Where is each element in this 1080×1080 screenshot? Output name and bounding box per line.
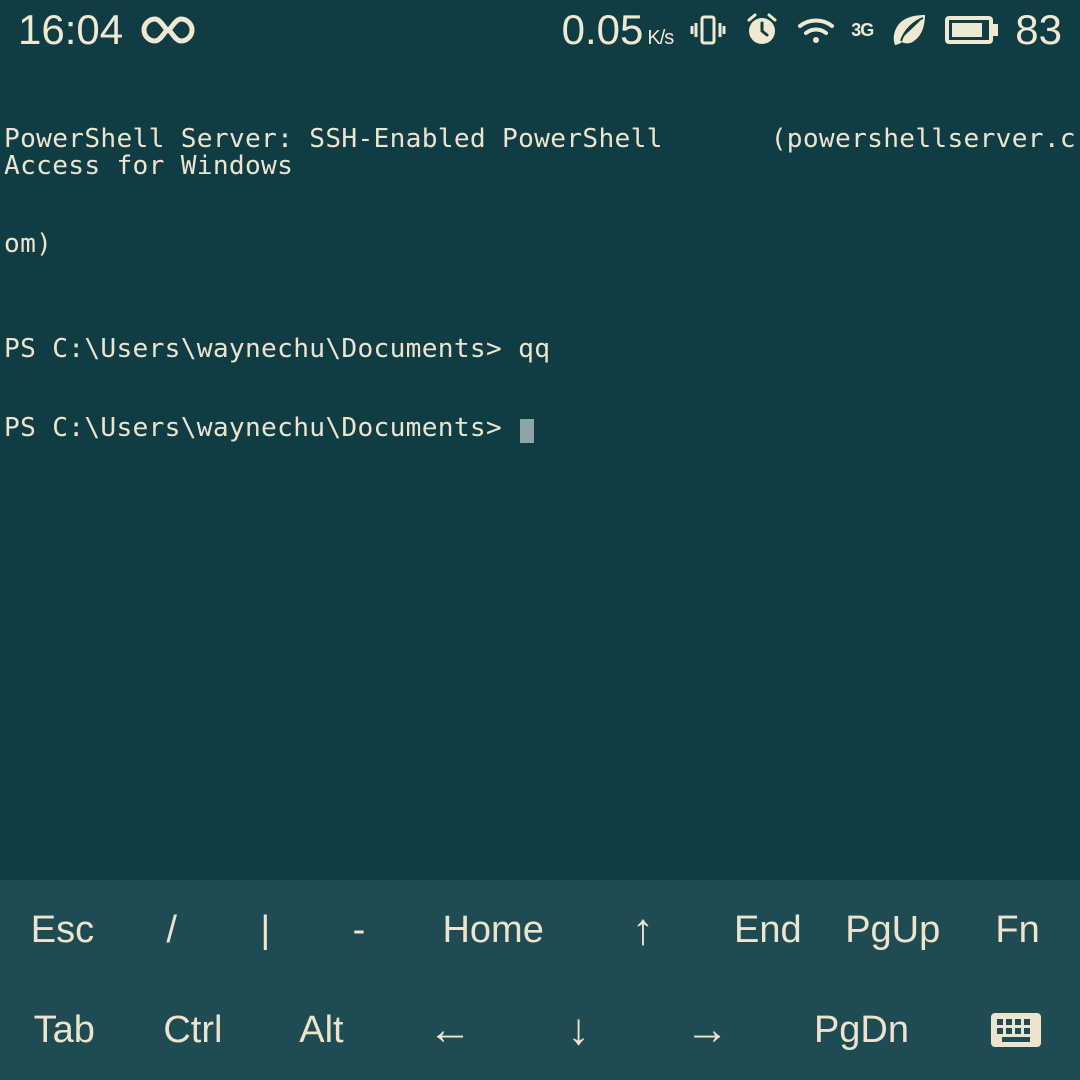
key-down[interactable]: ↓: [514, 980, 643, 1080]
key-tab[interactable]: Tab: [0, 980, 129, 1080]
extra-keys-bar: Esc / | - Home ↑ End PgUp Fn Tab Ctrl Al…: [0, 880, 1080, 1080]
key-esc[interactable]: Esc: [0, 880, 125, 980]
key-slash[interactable]: /: [125, 880, 219, 980]
vibrate-icon: [689, 11, 727, 49]
alarm-icon: [743, 11, 781, 49]
leaf-icon: [889, 11, 929, 49]
clock-text: 16:04: [18, 6, 123, 54]
key-home[interactable]: Home: [406, 880, 581, 980]
key-pgup[interactable]: PgUp: [830, 880, 955, 980]
key-pipe[interactable]: |: [219, 880, 313, 980]
key-right[interactable]: →: [643, 980, 772, 1080]
signal-3g-text: 3G: [851, 20, 873, 41]
extra-keys-row-1: Esc / | - Home ↑ End PgUp Fn: [0, 880, 1080, 980]
key-left[interactable]: ←: [386, 980, 515, 1080]
key-fn[interactable]: Fn: [955, 880, 1080, 980]
terminal-banner-line1: PowerShell Server: SSH-Enabled PowerShel…: [4, 126, 1076, 178]
key-up[interactable]: ↑: [581, 880, 706, 980]
terminal-line-2: PS C:\Users\waynechu\Documents>: [4, 415, 1076, 443]
terminal-banner-text-b: (powershellserver.c: [771, 126, 1076, 178]
network-speed: 0.05 K/s: [562, 6, 674, 54]
infinity-icon: [141, 15, 195, 45]
key-pgdn[interactable]: PgDn: [771, 980, 951, 1080]
network-speed-value: 0.05: [562, 6, 644, 54]
battery-text: 83: [1015, 6, 1062, 54]
terminal-prompt-2: PS C:\Users\waynechu\Documents>: [4, 413, 502, 443]
extra-keys-row-2: Tab Ctrl Alt ← ↓ → PgDn: [0, 980, 1080, 1080]
terminal-line-1: PS C:\Users\waynechu\Documents> qq: [4, 336, 1076, 362]
wifi-icon: [797, 14, 835, 46]
key-keyboard-toggle[interactable]: [951, 980, 1080, 1080]
status-bar: 16:04 0.05 K/s 3G 83: [0, 0, 1080, 60]
network-speed-unit: K/s: [647, 28, 673, 48]
terminal-prompt-1: PS C:\Users\waynechu\Documents>: [4, 334, 502, 364]
terminal-banner-line2: om): [4, 231, 1076, 257]
key-dash[interactable]: -: [312, 880, 406, 980]
battery-icon: [945, 15, 999, 45]
terminal-banner-text-a: PowerShell Server: SSH-Enabled PowerShel…: [4, 126, 771, 178]
key-end[interactable]: End: [705, 880, 830, 980]
key-alt[interactable]: Alt: [257, 980, 386, 1080]
cursor-icon: [520, 419, 534, 443]
terminal-output[interactable]: PowerShell Server: SSH-Enabled PowerShel…: [0, 60, 1080, 880]
key-ctrl[interactable]: Ctrl: [129, 980, 258, 1080]
keyboard-icon: [990, 1012, 1042, 1048]
terminal-cmd-1: qq: [518, 334, 550, 364]
